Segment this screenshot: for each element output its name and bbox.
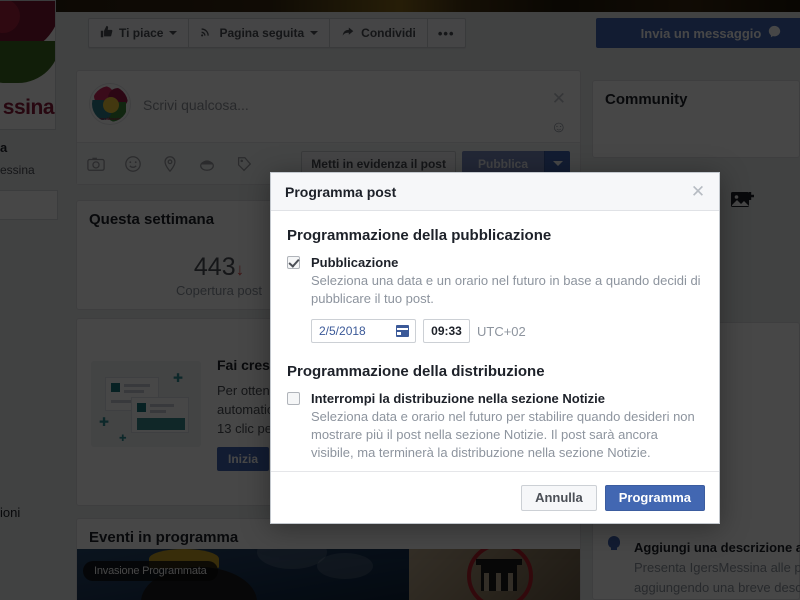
pinwheel-logo-icon: IgersMessina	[92, 86, 128, 122]
date-input[interactable]: 2/5/2018	[311, 319, 416, 343]
avatar-shape-green	[0, 41, 55, 83]
screen: ssina a essina ioni Ti piace Pagina segu…	[0, 0, 800, 600]
location-pin-icon[interactable]	[161, 155, 179, 173]
feeling-icon[interactable]	[198, 155, 216, 173]
chevron-down-icon	[169, 31, 178, 35]
like-label: Ti piace	[119, 26, 164, 40]
temple-icon	[476, 559, 522, 591]
smiley-icon[interactable]: ☺	[551, 119, 567, 137]
close-icon[interactable]: ✕	[688, 182, 708, 202]
distribution-option-description: Seleziona data e orario nel futuro per s…	[311, 409, 695, 460]
post-reach-value: 443	[193, 253, 236, 281]
distribution-checkbox[interactable]	[287, 392, 300, 405]
trend-down-icon: ↓	[235, 260, 245, 279]
schedule-button[interactable]: Programma	[604, 484, 705, 511]
community-title: Community	[605, 91, 688, 108]
sparkle-icon: ✚	[173, 371, 184, 385]
send-message-button[interactable]: Invia un messaggio	[596, 18, 800, 48]
avatar-logo-label: IgersMessina	[97, 116, 123, 121]
tip-title: Aggiungi una descrizione alla	[634, 540, 800, 555]
dialog-body: Programmazione della pubblicazione Pubbl…	[271, 211, 719, 462]
thumbs-up-icon	[100, 25, 113, 41]
more-options-button[interactable]: •••	[428, 19, 465, 47]
schedule-post-dialog: Programma post ✕ Programmazione della pu…	[270, 172, 720, 524]
follow-label: Pagina seguita	[219, 26, 305, 40]
image-add-icon[interactable]	[730, 190, 756, 212]
composer-icon-row	[87, 155, 253, 173]
cover-photo-strip	[0, 0, 800, 12]
share-arrow-icon	[341, 25, 355, 41]
send-message-label: Invia un messaggio	[640, 25, 762, 41]
share-label: Condividi	[361, 26, 416, 40]
datetime-row: 2/5/2018 09:33 UTC+02	[311, 319, 703, 343]
distribution-option: Interrompi la distribuzione nella sezion…	[287, 391, 703, 462]
composer-top: IgersMessina Scrivi qualcosa... ✕ ☺	[77, 71, 580, 143]
grow-thumbnail: ✚ ✚ ✚	[91, 361, 201, 447]
tag-offer-icon[interactable]	[235, 155, 253, 173]
camera-icon[interactable]	[87, 155, 105, 173]
community-card: Community	[592, 80, 800, 158]
page-subtitle-fragment: essina	[0, 163, 35, 177]
tip-line-1: Presenta IgersMessina alle pe	[634, 560, 800, 575]
distribution-section-title: Programmazione della distribuzione	[287, 363, 545, 380]
tip-line-2: aggiungendo una breve descr	[634, 580, 800, 595]
close-icon[interactable]: ✕	[552, 89, 566, 109]
composer-placeholder[interactable]: Scrivi qualcosa...	[143, 97, 249, 113]
dialog-footer: Annulla Programma	[271, 471, 719, 523]
sparkle-icon: ✚	[119, 433, 127, 443]
cancel-button[interactable]: Annulla	[521, 484, 597, 511]
messenger-icon	[768, 25, 781, 41]
follow-button[interactable]: Pagina seguita	[189, 19, 331, 47]
lightbulb-icon	[608, 536, 620, 550]
event-photo-2[interactable]	[409, 549, 580, 600]
share-button[interactable]: Condividi	[330, 19, 428, 47]
publication-checkbox[interactable]	[287, 256, 300, 269]
event-photo-tag: Invasione Programmata	[83, 561, 218, 581]
time-input[interactable]: 09:33	[423, 319, 470, 343]
left-bottom-label: ioni	[0, 505, 21, 520]
distribution-option-label: Interrompi la distribuzione nella sezion…	[311, 391, 605, 406]
dialog-title: Programma post	[285, 183, 397, 200]
smiley-icon[interactable]	[124, 155, 142, 173]
publication-section-title: Programmazione della pubblicazione	[287, 227, 552, 244]
like-button[interactable]: Ti piace	[89, 19, 190, 47]
publication-option: Pubblicazione Seleziona una data e un or…	[287, 255, 703, 343]
rss-icon	[200, 25, 213, 41]
page-brand-name: ssina	[2, 96, 55, 119]
start-button[interactable]: Inizia	[217, 447, 269, 471]
timezone-label: UTC+02	[477, 323, 526, 339]
composer-avatar: IgersMessina	[89, 83, 131, 125]
page-title-fragment: a	[0, 140, 8, 155]
event-photo-1[interactable]: Invasione Programmata	[77, 549, 409, 600]
page-action-bar: Ti piace Pagina seguita Condividi •••	[88, 18, 466, 48]
chevron-down-icon	[310, 31, 319, 35]
post-composer: IgersMessina Scrivi qualcosa... ✕ ☺ Mett…	[76, 70, 581, 185]
date-value: 2/5/2018	[319, 324, 366, 338]
sparkle-icon: ✚	[99, 415, 110, 429]
thumb-box-front	[131, 397, 189, 433]
publication-option-label: Pubblicazione	[311, 255, 399, 270]
calendar-icon[interactable]	[396, 325, 409, 337]
left-side-box	[0, 190, 58, 220]
publication-option-description: Seleziona una data e un orario nel futur…	[311, 273, 701, 306]
chevron-down-icon	[552, 161, 563, 166]
left-profile-column: ssina a essina ioni	[0, 0, 58, 600]
dialog-header: Programma post ✕	[271, 173, 719, 211]
event-photo-row: Invasione Programmata	[77, 549, 580, 600]
upcoming-events-card: Eventi in programma Invasione Programmat…	[76, 518, 581, 600]
